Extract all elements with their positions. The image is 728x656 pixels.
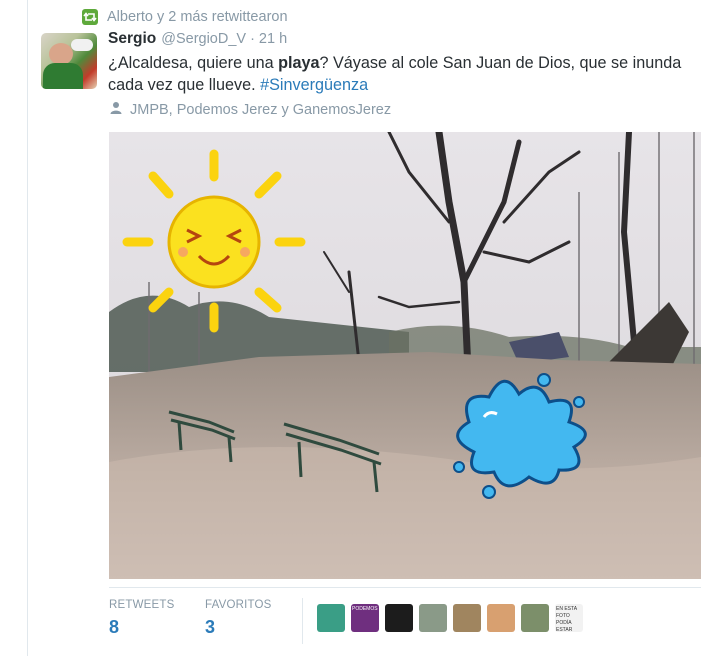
author-handle[interactable]: @SergioD_V	[161, 31, 246, 47]
tagged-users-text[interactable]: JMPB, Podemos Jerez y GanemosJerez	[130, 102, 391, 118]
faver-avatar-8-text: EN ESTA FOTO PODÍA ESTAR CUALQUIERA	[556, 606, 577, 632]
flooded-schoolyard-photo	[109, 132, 701, 579]
retweets-label: RETWEETS	[109, 599, 175, 611]
hashtag-link[interactable]: #Sinvergüenza	[260, 76, 368, 94]
faver-avatar-5[interactable]	[453, 604, 481, 632]
faver-avatar-1[interactable]	[317, 604, 345, 632]
tweet-text-bold: playa	[278, 54, 320, 72]
favoriters-list: PODEMOS EN ESTA FOTO PODÍA ESTAR CUALQUIE…	[317, 604, 583, 632]
tagged-users: JMPB, Podemos Jerez y GanemosJerez	[110, 101, 391, 119]
faver-avatar-3[interactable]	[385, 604, 413, 632]
favorites-count: 3	[205, 617, 216, 637]
faver-avatar-4[interactable]	[419, 604, 447, 632]
retweet-context: Alberto y 2 más retwittearon	[82, 9, 288, 25]
tweet-text: ¿Alcaldesa, quiere una playa? Váyase al …	[108, 52, 713, 96]
retweet-context-text[interactable]: Alberto y 2 más retwittearon	[107, 9, 288, 25]
header-separator: ·	[250, 31, 255, 47]
stats-divider	[302, 598, 303, 644]
tweet-text-part1: ¿Alcaldesa, quiere una	[108, 54, 279, 72]
faver-avatar-2[interactable]: PODEMOS	[351, 604, 379, 632]
faver-avatar-7[interactable]	[521, 604, 549, 632]
author-avatar[interactable]	[41, 33, 97, 89]
faver-avatar-8[interactable]: EN ESTA FOTO PODÍA ESTAR CUALQUIERA	[555, 604, 583, 632]
tweet-header: Sergio @SergioD_V · 21 h	[108, 30, 287, 48]
tweet-timestamp[interactable]: 21 h	[259, 31, 287, 47]
retweets-count: 8	[109, 617, 120, 637]
retweet-icon	[82, 9, 98, 25]
favorites-stat[interactable]: FAVORITOS 3	[205, 599, 272, 638]
author-name[interactable]: Sergio	[108, 30, 156, 48]
favorites-label: FAVORITOS	[205, 599, 272, 611]
retweets-stat[interactable]: RETWEETS 8	[109, 599, 175, 638]
tweet-stats: RETWEETS 8 FAVORITOS 3 PODEMOS EN ESTA FO…	[109, 587, 701, 656]
faver-avatar-2-text: PODEMOS	[352, 606, 378, 612]
tweet-photo[interactable]	[109, 132, 701, 579]
faver-avatar-6[interactable]	[487, 604, 515, 632]
person-icon	[110, 101, 122, 119]
